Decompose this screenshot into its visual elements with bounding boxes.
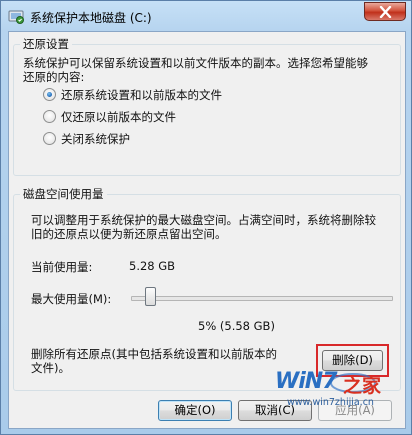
ok-button[interactable]: 确定(O)	[158, 400, 232, 421]
delete-description-line2: 文件)。	[31, 361, 70, 375]
max-usage-value: 5% (5.58 GB)	[198, 319, 275, 333]
window-title: 系统保护本地磁盘 (C:)	[30, 11, 152, 25]
radio-turn-off-protection-label[interactable]: 关闭系统保护	[61, 131, 130, 147]
restore-description-line2: 还原的内容:	[23, 70, 85, 84]
close-icon	[379, 6, 392, 18]
current-usage-label: 当前使用量:	[31, 260, 93, 274]
disk-usage-label: 磁盘空间使用量	[20, 186, 107, 202]
radio-restore-settings-and-files[interactable]	[43, 88, 56, 101]
watermark-url: www.win7zhijia.cn	[287, 397, 374, 408]
dialog-window: 系统保护本地磁盘 (C:) 还原设置 系统保护可以保留系统设置和以前文件版本的副…	[0, 0, 412, 435]
title-bar[interactable]: 系统保护本地磁盘 (C:)	[1, 1, 411, 31]
watermark-brand-part1: WiN7	[275, 369, 338, 394]
system-protection-icon	[8, 8, 24, 24]
current-usage-value: 5.28 GB	[129, 259, 176, 273]
site-watermark: WiN7 之家 www.win7zhijia.cn	[273, 367, 407, 417]
max-usage-slider-thumb[interactable]	[145, 287, 157, 306]
disk-usage-description-line2: 旧的还原点以便为新还原点留出空间。	[31, 227, 227, 241]
radio-restore-files-only-label[interactable]: 仅还原以前版本的文件	[61, 109, 176, 125]
radio-restore-settings-and-files-label[interactable]: 还原系统设置和以前版本的文件	[61, 87, 222, 103]
restore-settings-label: 还原设置	[20, 36, 72, 52]
watermark-brand-part2: 之家	[343, 375, 382, 397]
max-usage-label: 最大使用量(M):	[31, 292, 112, 306]
close-button[interactable]	[364, 2, 406, 21]
radio-restore-files-only[interactable]	[43, 110, 56, 123]
max-usage-slider-track[interactable]	[131, 296, 393, 301]
radio-turn-off-protection[interactable]	[43, 132, 56, 145]
